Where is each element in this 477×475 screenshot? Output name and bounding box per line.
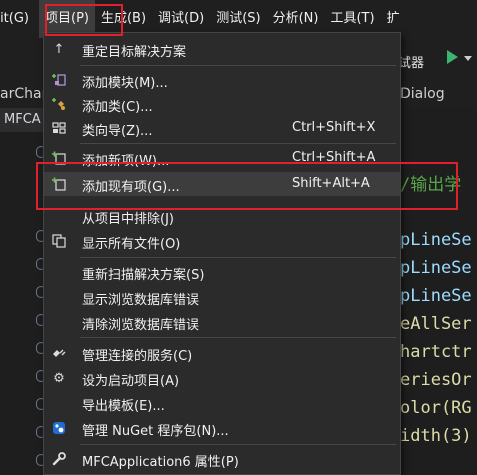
code-line: olor(RG xyxy=(400,398,472,418)
menu-item-add-module[interactable]: 添加模块(M)... xyxy=(44,68,400,92)
menu-separator xyxy=(80,143,396,144)
class-wizard-icon xyxy=(51,120,67,136)
menu-item-label: 添加模块(M)... xyxy=(82,76,168,91)
code-line: idth(3) xyxy=(400,426,472,446)
code-line: pLineSe xyxy=(400,258,472,278)
menu-item-set-startup-project[interactable]: ⚙ 设为启动项目(A) xyxy=(44,366,400,390)
menu-item-rescan-solution[interactable]: 重新扫描解决方案(S) xyxy=(44,260,400,284)
code-line: pLineSe xyxy=(400,230,472,250)
menu-item-show-browse-db-errors[interactable]: 显示浏览数据库错误 xyxy=(44,285,400,309)
start-debug-icon[interactable] xyxy=(447,50,458,64)
wrench-icon xyxy=(51,451,67,467)
menu-item-clear-browse-db-errors[interactable]: 清除浏览数据库错误 xyxy=(44,310,400,334)
menu-separator xyxy=(80,257,396,258)
menu-item-class-wizard[interactable]: 类向导(Z)... Ctrl+Shift+X xyxy=(44,116,400,140)
menu-item-label: 添加新项(W)... xyxy=(82,154,170,169)
menu-item-show-all-files[interactable]: 显示所有文件(O) xyxy=(44,229,400,253)
gear-icon: ⚙ xyxy=(53,370,65,386)
menu-item-label: 导出模板(E)... xyxy=(82,399,165,414)
menu-separator xyxy=(80,444,396,445)
menu-item-label: 显示所有文件(O) xyxy=(82,237,181,252)
connected-services-icon xyxy=(51,345,67,361)
code-line: eAllSer xyxy=(400,314,472,334)
chevron-down-icon[interactable] xyxy=(464,56,472,61)
menu-item-shortcut: Ctrl+Shift+X xyxy=(292,120,376,135)
add-new-item-icon xyxy=(51,150,67,166)
code-line: hartctr xyxy=(400,342,472,362)
tab-dialog[interactable]: Dialog xyxy=(400,86,445,102)
menu-item-label: 清除浏览数据库错误 xyxy=(82,318,200,333)
add-module-icon xyxy=(51,72,67,88)
menu-item-label: 管理 NuGet 程序包(N)... xyxy=(82,424,229,439)
menu-item-project-properties[interactable]: MFCApplication6 属性(P) xyxy=(44,447,400,471)
code-line: pLineSe xyxy=(400,286,472,306)
menu-item-shortcut: Ctrl+Shift+A xyxy=(292,150,376,165)
menu-item-add-class[interactable]: 添加类(C)... xyxy=(44,92,400,116)
menu-item-label: 添加类(C)... xyxy=(82,100,153,115)
menu-item-manage-connected-services[interactable]: 管理连接的服务(C) xyxy=(44,341,400,365)
project-menu: ↑ 重定目标解决方案 添加模块(M)... 添加类(C)... 类向导(Z)..… xyxy=(43,32,401,475)
menu-item-label: MFCApplication6 属性(P) xyxy=(82,455,239,470)
add-class-icon xyxy=(51,96,67,112)
menu-item-label: 显示浏览数据库错误 xyxy=(82,293,200,308)
code-line: /输出学 xyxy=(400,175,462,195)
menu-item-add-new-item[interactable]: 添加新项(W)... Ctrl+Shift+A xyxy=(44,146,400,170)
menu-item-label: 设为启动项目(A) xyxy=(82,374,180,389)
menu-separator xyxy=(80,65,396,66)
menu-git[interactable]: Git(G) xyxy=(0,0,35,38)
arrow-up-icon: ↑ xyxy=(53,41,65,57)
menu-item-label: 添加现有项(G)... xyxy=(82,180,180,195)
menu-item-export-template[interactable]: 导出模板(E)... xyxy=(44,391,400,415)
add-existing-item-icon xyxy=(51,176,67,192)
menu-item-label: 管理连接的服务(C) xyxy=(82,349,193,364)
menu-item-label: 类向导(Z)... xyxy=(82,124,153,139)
show-all-files-icon xyxy=(51,233,67,249)
menu-item-exclude-from-project[interactable]: 从项目中排除(J) xyxy=(44,204,400,228)
menu-item-label: 从项目中排除(J) xyxy=(82,212,174,227)
menu-item-retarget[interactable]: ↑ 重定目标解决方案 xyxy=(44,37,400,61)
code-line: eriesOr xyxy=(400,370,472,390)
menu-item-add-existing-item[interactable]: 添加现有项(G)... Shift+Alt+A xyxy=(44,172,400,196)
menu-item-manage-nuget[interactable]: 管理 NuGet 程序包(N)... xyxy=(44,416,400,440)
menu-item-label: 重新扫描解决方案(S) xyxy=(82,268,205,283)
debugger-label[interactable]: 试器 xyxy=(398,52,424,71)
menu-item-shortcut: Shift+Alt+A xyxy=(292,176,370,191)
document-tab[interactable]: MFCA xyxy=(0,108,44,132)
menu-item-label: 重定目标解决方案 xyxy=(82,45,187,60)
menu-separator xyxy=(80,337,396,338)
nuget-icon xyxy=(51,420,67,436)
